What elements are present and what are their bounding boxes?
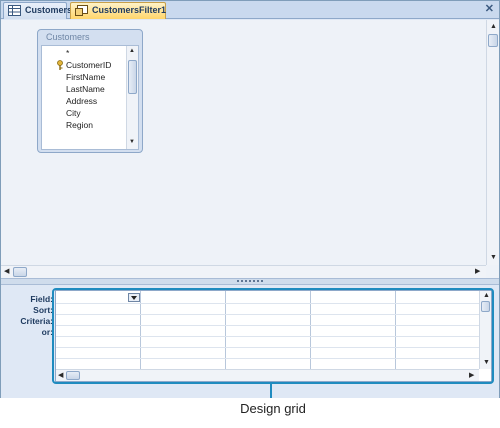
field-list-title: Customers: [46, 32, 90, 42]
callout-line: [270, 384, 272, 398]
field-list: * CustomerID FirstName LastName Address …: [41, 45, 139, 150]
document-tab-bar: Customers CustomersFilter1 ✕: [1, 1, 499, 19]
primary-key-icon: [57, 60, 63, 70]
field-item[interactable]: *: [42, 47, 69, 59]
filter-query-icon: [75, 5, 88, 16]
pane-splitter[interactable]: [1, 278, 499, 285]
design-grid-highlight: [52, 288, 494, 384]
tab-customers[interactable]: Customers: [3, 2, 72, 19]
tab-label: Customers: [25, 5, 73, 15]
scroll-thumb[interactable]: [128, 60, 137, 94]
field-item[interactable]: LastName: [42, 83, 105, 95]
scroll-thumb[interactable]: [488, 34, 498, 47]
scroll-down-icon[interactable]: ▼: [129, 139, 135, 145]
field-item[interactable]: FirstName: [42, 71, 105, 83]
scroll-up-icon[interactable]: ▲: [490, 23, 497, 31]
tab-customersfilter1[interactable]: CustomersFilter1: [70, 2, 166, 19]
scroll-down-icon[interactable]: ▼: [490, 254, 497, 262]
table-icon: [8, 5, 21, 16]
row-label-field: Field:: [30, 294, 53, 304]
scroll-thumb[interactable]: [13, 267, 27, 277]
field-item[interactable]: CustomerID: [42, 59, 111, 71]
table-pane: Customers * CustomerID FirstName LastNam…: [1, 20, 499, 278]
table-pane-vertical-scrollbar[interactable]: ▲ ▼: [486, 20, 499, 265]
tab-label: CustomersFilter1: [92, 5, 167, 15]
row-label-criteria: Criteria:: [20, 316, 53, 326]
field-item[interactable]: Address: [42, 95, 97, 107]
close-icon[interactable]: ✕: [485, 3, 494, 16]
field-list-window[interactable]: Customers * CustomerID FirstName LastNam…: [37, 29, 143, 153]
field-list-scrollbar[interactable]: ▲ ▼: [126, 46, 138, 149]
scroll-left-icon[interactable]: ◀: [4, 268, 9, 276]
field-item[interactable]: City: [42, 107, 81, 119]
callout-caption: Design grid: [240, 401, 306, 416]
scroll-right-icon[interactable]: ▶: [475, 268, 480, 276]
row-label-sort: Sort:: [33, 305, 53, 315]
table-pane-horizontal-scrollbar[interactable]: ◀ ▶: [1, 265, 486, 278]
scroll-up-icon[interactable]: ▲: [129, 48, 135, 54]
splitter-grip-icon[interactable]: [237, 280, 263, 283]
row-label-or: or:: [41, 327, 53, 337]
field-item[interactable]: Region: [42, 119, 93, 131]
field-item-label: CustomerID: [66, 60, 112, 70]
